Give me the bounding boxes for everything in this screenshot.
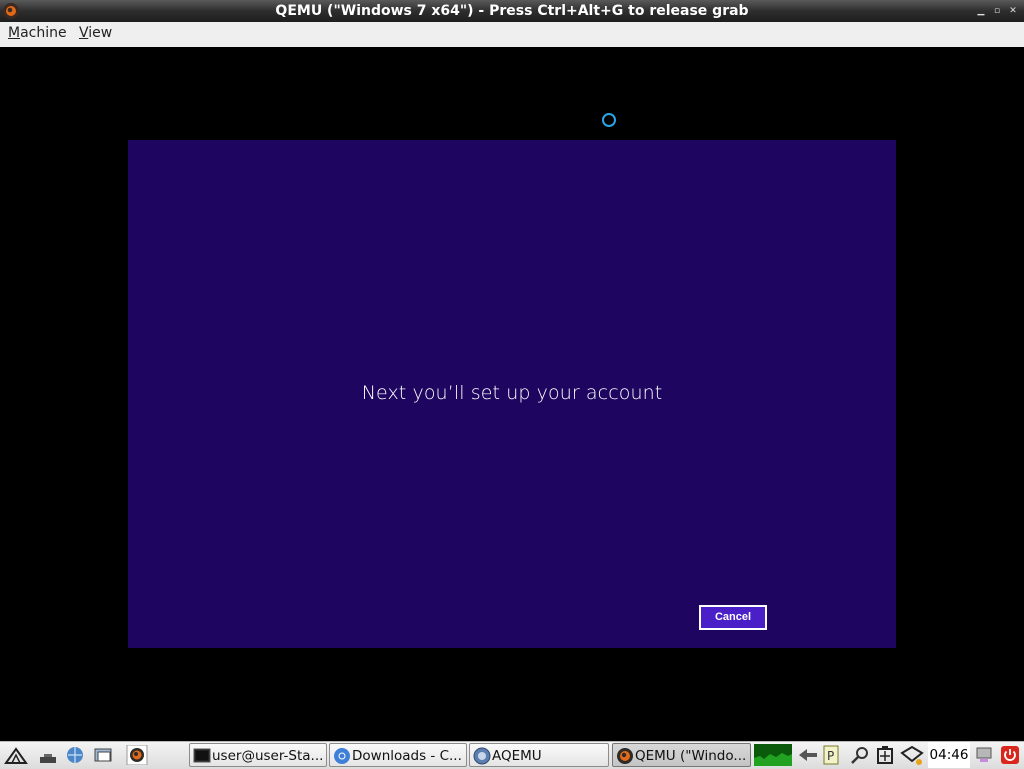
task-label: QEMU ("Windo... xyxy=(635,748,747,764)
window-titlebar[interactable]: QEMU ("Windows 7 x64") - Press Ctrl+Alt+… xyxy=(0,0,1024,23)
task-terminal[interactable]: user@user-Sta... xyxy=(189,743,327,767)
menu-view-label: View xyxy=(79,25,113,41)
browser-icon[interactable] xyxy=(64,745,86,765)
svg-text:P: P xyxy=(827,749,834,763)
qemu-app-icon[interactable] xyxy=(2,2,20,20)
task-aqemu[interactable]: AQEMU xyxy=(469,743,609,767)
busy-spinner-icon xyxy=(602,113,616,127)
task-label: user@user-Sta... xyxy=(212,748,324,764)
volume-icon[interactable] xyxy=(900,745,926,765)
task-label: AQEMU xyxy=(492,748,542,764)
aqemu-icon xyxy=(473,747,491,765)
search-icon[interactable] xyxy=(849,745,871,765)
vm-display[interactable]: Next you’ll set up your account Cancel xyxy=(0,47,1024,741)
restore-icon[interactable]: ▫ xyxy=(990,0,1004,22)
taskbar: user@user-Sta... Downloads - C... AQEMU … xyxy=(0,741,1024,769)
power-icon[interactable] xyxy=(1000,745,1020,765)
qemu-launcher-icon[interactable] xyxy=(126,745,148,765)
terminal-icon xyxy=(193,748,211,763)
clipboard-icon[interactable]: P xyxy=(822,745,840,765)
show-desktop-icon[interactable] xyxy=(38,745,58,765)
menu-machine-label: Machine xyxy=(8,25,67,41)
task-label: Downloads - C... xyxy=(352,748,462,764)
lock-screen-icon[interactable] xyxy=(975,745,993,765)
menu-icon[interactable] xyxy=(4,745,28,765)
menubar: Machine View xyxy=(0,22,1024,48)
qemu-icon xyxy=(617,748,633,764)
setup-screen: Next you’ll set up your account Cancel xyxy=(128,140,896,648)
minimize-icon[interactable]: ▁ xyxy=(974,0,988,22)
menu-machine[interactable]: Machine xyxy=(8,25,67,41)
battery-icon[interactable] xyxy=(875,745,895,765)
network-icon[interactable] xyxy=(797,745,819,765)
file-manager-icon[interactable] xyxy=(93,745,115,765)
clock[interactable]: 04:46 xyxy=(928,742,970,768)
task-qemu[interactable]: QEMU ("Windo... xyxy=(612,743,751,767)
cancel-button[interactable]: Cancel xyxy=(699,605,767,630)
window-title: QEMU ("Windows 7 x64") - Press Ctrl+Alt+… xyxy=(275,3,749,19)
chromium-icon xyxy=(334,748,350,764)
setup-message: Next you’ll set up your account xyxy=(361,382,663,404)
cpu-monitor-icon[interactable] xyxy=(754,744,792,766)
close-icon[interactable]: ✕ xyxy=(1006,0,1020,22)
menu-view[interactable]: View xyxy=(79,25,112,41)
task-chromium[interactable]: Downloads - C... xyxy=(329,743,467,767)
